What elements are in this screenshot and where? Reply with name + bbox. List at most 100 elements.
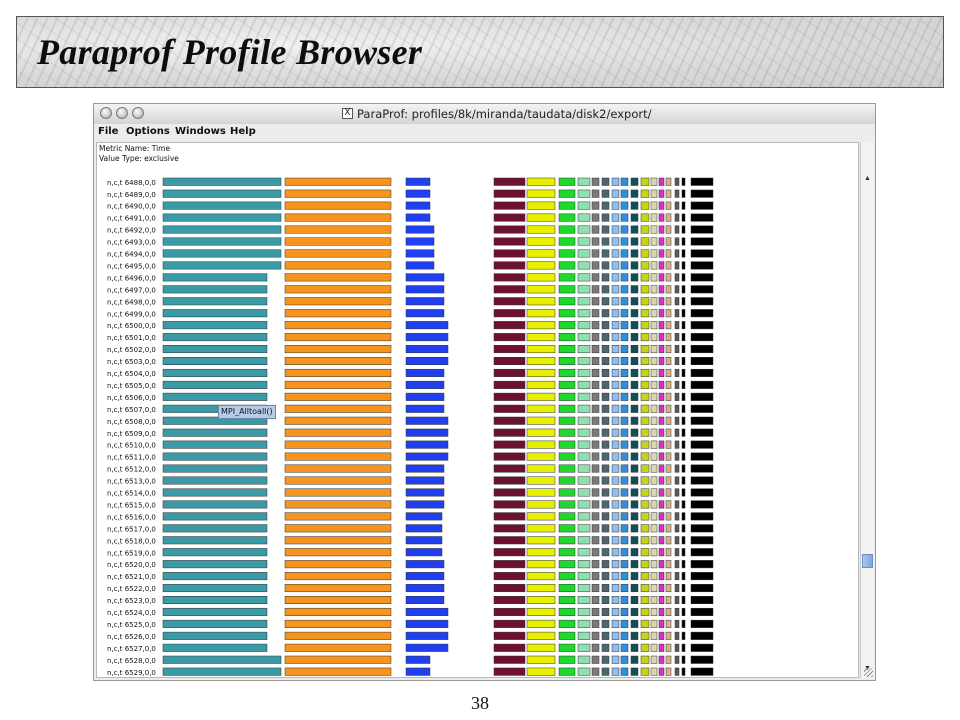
function-bar-segment[interactable] [630,321,639,330]
blue-bar[interactable] [405,667,431,676]
teal-bar[interactable] [162,321,268,330]
function-bar-segment[interactable] [630,285,639,294]
function-bar-segment[interactable] [640,512,650,521]
orange-bar[interactable] [284,249,392,258]
function-bar-segment[interactable] [650,380,658,389]
blue-bar[interactable] [405,440,449,449]
function-bar-segment[interactable] [601,297,610,306]
function-bar-segment[interactable] [620,488,629,497]
teal-bar[interactable] [162,225,282,234]
function-bar-segment[interactable] [658,631,665,640]
function-bar-segment[interactable] [591,524,600,533]
function-bar-segment[interactable] [620,631,629,640]
function-bar-segment[interactable] [690,357,714,365]
function-bar-segment[interactable] [665,548,672,557]
function-bar-segment[interactable] [493,631,526,640]
function-bar-segment[interactable] [658,488,665,497]
function-bar-segment[interactable] [558,631,576,640]
function-bar-segment[interactable] [674,440,680,449]
function-bar-segment[interactable] [558,440,576,449]
function-bar-segment[interactable] [591,285,600,294]
function-bar-segment[interactable] [601,548,610,557]
teal-bar[interactable] [162,392,268,401]
function-bar-segment[interactable] [658,619,665,628]
function-bar-segment[interactable] [611,607,620,616]
function-bar-segment[interactable] [577,428,591,437]
function-bar-segment[interactable] [526,201,556,210]
blue-bar[interactable] [405,285,445,294]
function-bar-segment[interactable] [681,404,686,413]
function-bar-segment[interactable] [630,607,639,616]
function-bar-segment[interactable] [601,285,610,294]
function-bar-segment[interactable] [577,213,591,222]
teal-bar[interactable] [162,560,268,569]
function-bar-segment[interactable] [650,345,658,354]
function-bar-segment[interactable] [665,189,672,198]
function-bar-segment[interactable] [620,392,629,401]
function-bar-segment[interactable] [591,345,600,354]
function-bar-segment[interactable] [591,488,600,497]
function-bar-segment[interactable] [493,177,526,186]
function-bar-segment[interactable] [681,321,686,330]
function-bar-segment[interactable] [493,512,526,521]
function-bar-segment[interactable] [577,368,591,377]
function-bar-segment[interactable] [650,440,658,449]
function-bar-segment[interactable] [674,380,680,389]
function-bar-segment[interactable] [493,261,526,270]
function-bar-segment[interactable] [674,464,680,473]
function-bar-segment[interactable] [681,631,686,640]
function-bar-segment[interactable] [658,476,665,485]
function-bar-segment[interactable] [674,619,680,628]
function-bar-segment[interactable] [630,380,639,389]
function-bar-segment[interactable] [690,237,714,246]
function-bar-segment[interactable] [640,536,650,545]
function-bar-segment[interactable] [665,177,672,186]
function-bar-segment[interactable] [674,189,680,198]
function-bar-segment[interactable] [640,321,650,330]
function-bar-segment[interactable] [690,667,714,676]
function-bar-segment[interactable] [620,572,629,581]
function-bar-segment[interactable] [611,536,620,545]
orange-bar[interactable] [284,548,392,557]
function-bar-segment[interactable] [577,667,591,676]
function-bar-segment[interactable] [640,500,650,509]
function-bar-segment[interactable] [681,309,686,318]
function-bar-segment[interactable] [591,249,600,258]
function-bar-segment[interactable] [526,572,556,581]
function-bar-segment[interactable] [690,321,714,330]
function-bar-segment[interactable] [658,560,665,569]
teal-bar[interactable] [162,380,268,389]
orange-bar[interactable] [284,201,392,210]
function-bar-segment[interactable] [558,261,576,270]
function-bar-segment[interactable] [558,225,576,234]
function-bar-segment[interactable] [620,261,629,270]
function-bar-segment[interactable] [611,225,620,234]
orange-bar[interactable] [284,321,392,330]
function-bar-segment[interactable] [611,524,620,533]
function-bar-segment[interactable] [681,536,686,545]
function-bar-segment[interactable] [558,548,576,557]
function-bar-segment[interactable] [611,249,620,258]
function-bar-segment[interactable] [526,607,556,616]
function-bar-segment[interactable] [665,309,672,318]
function-bar-segment[interactable] [650,404,658,413]
function-bar-segment[interactable] [591,321,600,330]
function-bar-segment[interactable] [611,655,620,664]
function-bar-segment[interactable] [640,404,650,413]
function-bar-segment[interactable] [526,548,556,557]
function-bar-segment[interactable] [591,500,600,509]
blue-bar[interactable] [405,476,445,485]
function-bar-segment[interactable] [665,596,672,604]
function-bar-segment[interactable] [658,321,665,330]
function-bar-segment[interactable] [650,560,658,569]
function-bar-segment[interactable] [493,536,526,545]
function-bar-segment[interactable] [681,345,686,354]
function-bar-segment[interactable] [630,189,639,198]
function-bar-segment[interactable] [640,416,650,425]
function-bar-segment[interactable] [601,273,610,282]
function-bar-segment[interactable] [611,273,620,282]
blue-bar[interactable] [405,452,449,461]
function-bar-segment[interactable] [601,524,610,533]
function-bar-segment[interactable] [611,584,620,593]
function-bar-segment[interactable] [620,500,629,509]
